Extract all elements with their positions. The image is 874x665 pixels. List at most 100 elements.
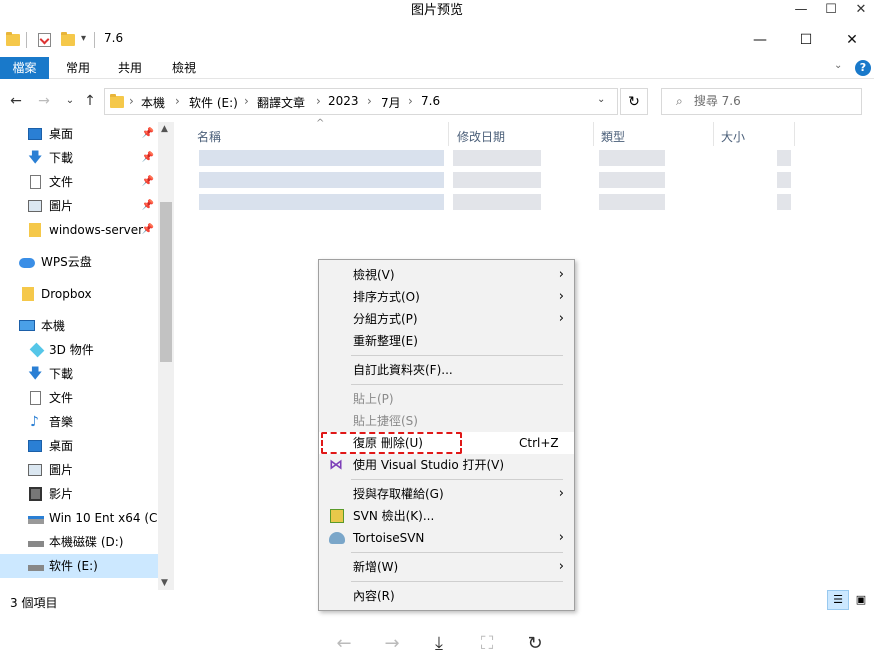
- details-view-button[interactable]: ☰: [827, 590, 849, 610]
- cube-icon: [29, 342, 45, 358]
- toolbar-divider: [26, 32, 27, 48]
- nav-item-desktop-pc[interactable]: 桌面: [0, 434, 158, 458]
- nav-item-drive-c[interactable]: Win 10 Ent x64 (C:): [0, 506, 166, 530]
- scrollbar-thumb[interactable]: [160, 202, 172, 362]
- column-divider[interactable]: [448, 122, 449, 146]
- menu-item-refresh[interactable]: 重新整理(E): [319, 330, 574, 352]
- document-icon: [30, 391, 41, 405]
- menu-item-new[interactable]: 新增(W) ›: [319, 556, 574, 578]
- download-icon: ⤓: [435, 633, 443, 654]
- column-type[interactable]: 類型: [601, 128, 625, 145]
- submenu-arrow-icon: ›: [558, 267, 564, 282]
- previous-image-button[interactable]: ←: [330, 630, 358, 658]
- close-button[interactable]: ✕: [829, 28, 874, 52]
- nav-item-3d-objects[interactable]: 3D 物件: [0, 338, 158, 362]
- menu-item-give-access[interactable]: 授與存取權給(G) ›: [319, 483, 574, 505]
- breadcrumb-july[interactable]: 7月: [381, 94, 401, 111]
- breadcrumb-pc[interactable]: 本機: [141, 94, 165, 111]
- ribbon-expand-icon[interactable]: ⌄: [834, 60, 842, 71]
- menu-item-open-visual-studio[interactable]: ⋈ 使用 Visual Studio 打开(V): [319, 454, 574, 476]
- tab-file[interactable]: 檔案: [0, 57, 49, 79]
- table-row[interactable]: [195, 150, 795, 168]
- column-name[interactable]: 名稱: [197, 128, 221, 145]
- nav-item-wps-cloud[interactable]: WPS云盘: [0, 250, 158, 274]
- table-row[interactable]: [195, 194, 795, 212]
- folder-icon: [22, 287, 34, 301]
- nav-item-drive-e[interactable]: 软件 (E:): [0, 554, 158, 578]
- column-divider[interactable]: [713, 122, 714, 146]
- large-icons-view-button[interactable]: ▣: [850, 590, 872, 610]
- menu-item-group-by[interactable]: 分組方式(P) ›: [319, 308, 574, 330]
- menu-item-properties[interactable]: 內容(R): [319, 585, 574, 607]
- folder-icon: [110, 94, 124, 108]
- tab-share[interactable]: 共用: [108, 57, 152, 79]
- download-icon: 🡇: [28, 366, 43, 382]
- column-divider[interactable]: [593, 122, 594, 146]
- new-folder-icon[interactable]: [61, 32, 75, 49]
- nav-item-downloads-pc[interactable]: 🡇 下載: [0, 362, 158, 386]
- nav-item-pictures[interactable]: 圖片 📌: [0, 194, 158, 218]
- nav-item-documents[interactable]: 文件 📌: [0, 170, 158, 194]
- fit-screen-button[interactable]: ⛶: [473, 630, 501, 658]
- table-row[interactable]: [195, 172, 795, 190]
- rotate-button[interactable]: ↻: [521, 630, 549, 658]
- forward-button[interactable]: →: [34, 90, 54, 112]
- properties-icon[interactable]: [38, 33, 51, 47]
- nav-item-drive-d[interactable]: 本機磁碟 (D:): [0, 530, 158, 554]
- nav-item-videos[interactable]: 影片: [0, 482, 158, 506]
- column-divider[interactable]: [794, 122, 795, 146]
- help-icon[interactable]: ?: [855, 60, 871, 76]
- fit-screen-icon: ⛶: [480, 633, 494, 654]
- menu-item-tortoisesvn[interactable]: TortoiseSVN ›: [319, 527, 574, 549]
- menu-item-svn-checkout[interactable]: SVN 檢出(K)...: [319, 505, 574, 527]
- up-button[interactable]: ↑: [80, 90, 100, 112]
- refresh-button[interactable]: ↻: [620, 88, 648, 115]
- breadcrumb-articles[interactable]: 翻譯文章: [257, 94, 305, 111]
- nav-item-music[interactable]: ♪ 音樂: [0, 410, 158, 434]
- folder-icon: [6, 32, 20, 46]
- nav-item-documents-pc[interactable]: 文件: [0, 386, 158, 410]
- shortcut-label: Ctrl+Z: [519, 436, 559, 450]
- minimize-button[interactable]: —: [737, 28, 783, 52]
- preview-maximize-button[interactable]: ☐: [814, 0, 848, 22]
- breadcrumb-drive-e[interactable]: 软件 (E:): [189, 94, 238, 111]
- menu-item-paste[interactable]: 貼上(P): [319, 388, 574, 410]
- qat-dropdown-icon[interactable]: ▾: [81, 33, 86, 44]
- address-bar[interactable]: › 本機 › 软件 (E:) › 翻譯文章 › 2023 › 7月 › 7.6 …: [104, 88, 618, 115]
- menu-item-view[interactable]: 檢視(V) ›: [319, 264, 574, 286]
- search-input[interactable]: ⌕ 搜尋 7.6: [661, 88, 862, 115]
- back-button[interactable]: ←: [6, 90, 26, 112]
- nav-item-windows-server[interactable]: windows-server 📌: [0, 218, 158, 242]
- download-button[interactable]: ⤓: [425, 630, 453, 658]
- menu-item-sort-by[interactable]: 排序方式(O) ›: [319, 286, 574, 308]
- ribbon-tabs: 檔案 常用 共用 檢視 ⌄ ?: [0, 57, 874, 79]
- nav-item-dropbox[interactable]: Dropbox: [0, 282, 158, 306]
- submenu-arrow-icon: ›: [558, 530, 564, 545]
- nav-scrollbar[interactable]: ▲ ▼: [158, 122, 174, 590]
- breadcrumb-2023[interactable]: 2023: [328, 94, 359, 108]
- maximize-button[interactable]: ☐: [783, 28, 829, 52]
- drive-os-icon: [28, 516, 44, 524]
- next-image-button[interactable]: →: [378, 630, 406, 658]
- tab-home[interactable]: 常用: [56, 57, 100, 79]
- nav-item-downloads[interactable]: 🡇 下載 📌: [0, 146, 158, 170]
- scroll-up-icon[interactable]: ▲: [161, 124, 168, 134]
- column-size[interactable]: 大小: [721, 128, 745, 145]
- preview-minimize-button[interactable]: —: [784, 0, 818, 22]
- column-modified[interactable]: 修改日期: [457, 128, 505, 145]
- scroll-down-icon[interactable]: ▼: [161, 578, 168, 588]
- menu-separator: [351, 581, 563, 582]
- nav-item-this-pc[interactable]: 本機: [0, 314, 158, 338]
- video-icon: [29, 487, 42, 501]
- recent-locations-icon[interactable]: ⌄: [60, 90, 80, 112]
- menu-item-customize-folder[interactable]: 自訂此資料夾(F)...: [319, 359, 574, 381]
- tab-view[interactable]: 檢視: [162, 57, 206, 79]
- preview-close-button[interactable]: ✕: [844, 0, 874, 22]
- nav-item-desktop[interactable]: 桌面 📌: [0, 122, 158, 146]
- menu-item-paste-shortcut[interactable]: 貼上捷徑(S): [319, 410, 574, 432]
- breadcrumb-7-6[interactable]: 7.6: [421, 94, 440, 108]
- menu-item-undo-delete[interactable]: 復原 刪除(U) Ctrl+Z: [319, 432, 574, 454]
- navigation-pane: 桌面 📌 🡇 下載 📌 文件 📌 圖片 📌 windows-server 📌 W…: [0, 122, 174, 590]
- address-dropdown-icon[interactable]: ⌄: [597, 94, 605, 105]
- nav-item-pictures-pc[interactable]: 圖片: [0, 458, 158, 482]
